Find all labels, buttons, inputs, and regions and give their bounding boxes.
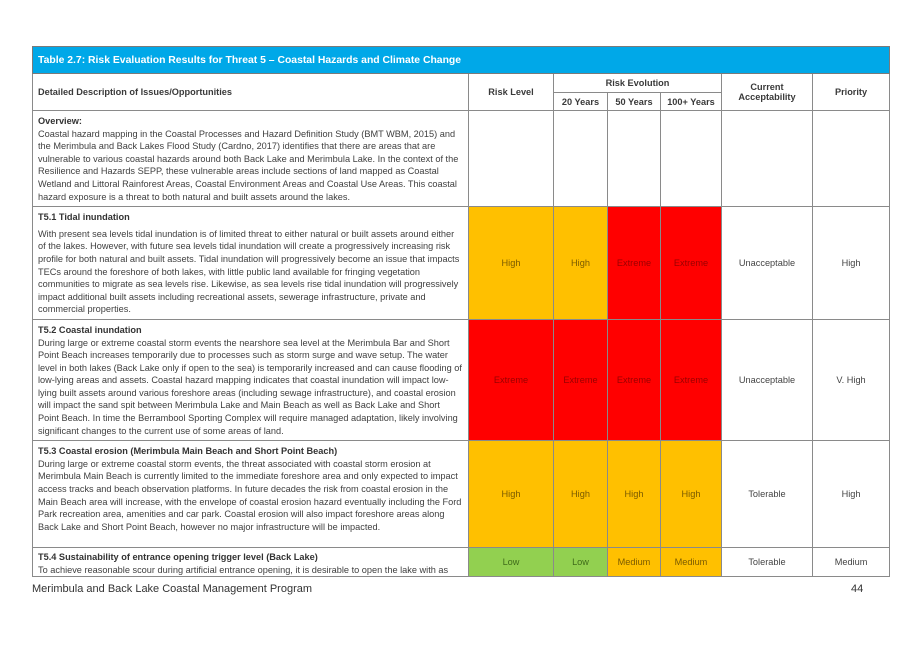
row-heading: T5.1 Tidal inundation [38,212,130,223]
footer-document-title: Merimbula and Back Lake Coastal Manageme… [32,583,313,595]
priority-cell: V. High [811,318,891,442]
row-text: To achieve reasonable scour during artif… [38,564,449,575]
row-heading: T5.3 Coastal erosion (Merimbula Main Bea… [38,446,338,457]
row-text: During large or extreme coastal storm ev… [38,337,462,436]
priority-cell: High [811,206,891,320]
acceptability-cell: Unacceptable [721,206,813,320]
row-text: With present sea levels tidal inundation… [38,228,460,315]
risk-20-years-cell: Extreme [553,318,608,442]
risk-level-cell: High [468,206,554,320]
description-cell: T5.3 Coastal erosion (Merimbula Main Bea… [32,440,469,549]
risk-50-years-cell: Medium [607,547,661,578]
risk-level-cell: High [468,440,554,549]
risk-100-years-cell: Medium [660,547,722,578]
description-cell: T5.4 Sustainability of entrance opening … [32,547,469,578]
risk-100-years-cell: High [660,440,722,549]
acceptability-cell: Tolerable [721,547,813,578]
header-risk-evolution: Risk Evolution [553,73,722,93]
header-current-acceptability: Current Acceptability [721,73,813,111]
priority-cell: High [811,440,891,549]
header-risk-level: Risk Level [468,73,554,111]
row-heading: Overview: [38,116,82,126]
row-text: During large or extreme coastal storm ev… [38,458,462,532]
description-cell: T5.2 Coastal inundation During large or … [32,318,469,442]
header-50-years: 50 Years [607,92,661,111]
risk-20-years-cell: Low [553,547,608,578]
risk-50-years-cell: High [607,440,661,549]
risk-20-years-cell: High [553,440,608,549]
risk-50-years-cell: Extreme [607,206,661,320]
risk-100-years-cell: Extreme [660,206,722,320]
header-description: Detailed Description of Issues/Opportuni… [32,73,469,111]
description-cell: T5.1 Tidal inundation With present sea l… [32,206,469,320]
risk-level-cell: Low [468,547,554,578]
header-100-years: 100+ Years [660,92,722,111]
table-row-overview: Overview: Coastal hazard mapping in the … [32,109,891,208]
row-text: Coastal hazard mapping in the Coastal Pr… [38,128,459,202]
acceptability-cell: Unacceptable [721,318,813,442]
table-row: T5.2 Coastal inundation During large or … [32,318,891,442]
risk-20-years-cell: High [553,206,608,320]
risk-level-cell: Extreme [468,318,554,442]
row-heading: T5.2 Coastal inundation [38,324,142,335]
header-priority: Priority [811,73,891,111]
acceptability-cell: Tolerable [721,440,813,549]
table-row: T5.3 Coastal erosion (Merimbula Main Bea… [32,440,891,549]
risk-100-years-cell: Extreme [660,318,722,442]
risk-evaluation-table: Table 2.7: Risk Evaluation Results for T… [31,46,891,578]
risk-50-years-cell: Extreme [607,318,661,442]
header-20-years: 20 Years [553,92,608,111]
overview-cell: Overview: Coastal hazard mapping in the … [32,109,469,208]
table-row: T5.4 Sustainability of entrance opening … [32,547,891,578]
table-title: Table 2.7: Risk Evaluation Results for T… [31,46,891,74]
table-row: T5.1 Tidal inundation With present sea l… [32,206,891,320]
row-heading: T5.4 Sustainability of entrance opening … [38,552,318,563]
priority-cell: Medium [811,547,891,578]
page-number: 44 [851,583,864,595]
